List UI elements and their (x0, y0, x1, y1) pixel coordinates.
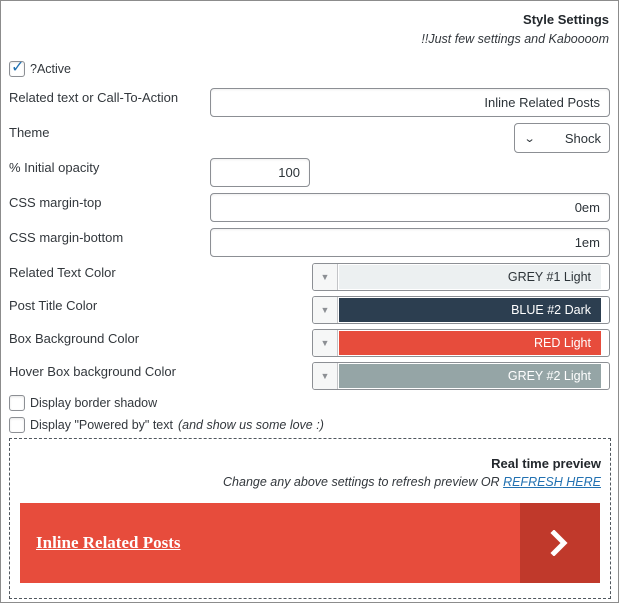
real-time-preview: Real time preview Change any above setti… (9, 438, 611, 599)
panel-subtitle: !!Just few settings and Kaboooom (421, 32, 609, 46)
active-checkbox[interactable]: ✓ (9, 59, 25, 77)
color-swatch: RED Light (339, 331, 601, 355)
powered-by-checkbox[interactable] (9, 417, 25, 433)
refresh-link[interactable]: REFRESH HERE (503, 475, 601, 489)
related-text-label: Related text or Call-To-Action (9, 90, 179, 105)
margin-bottom-value: 1em (574, 235, 600, 250)
margin-bottom-input[interactable]: 1em (210, 228, 610, 257)
related-text-color-label: Related Text Color (9, 265, 116, 280)
theme-label: Theme (9, 125, 50, 140)
preview-subtitle-text: Change any above settings to refresh pre… (223, 475, 500, 489)
chevron-down-icon: ⌄ (523, 132, 536, 145)
banner-arrow[interactable] (520, 503, 600, 583)
related-posts-banner[interactable]: Inline Related Posts (20, 503, 600, 583)
post-title-color-select[interactable]: ▼ BLUE #2 Dark (312, 296, 610, 324)
checkmark-icon: ✓ (11, 59, 25, 76)
theme-select[interactable]: ⌄ Shock (514, 123, 610, 153)
opacity-input[interactable]: 100 (210, 158, 310, 187)
margin-top-input[interactable]: 0em (210, 193, 610, 222)
box-background-color-label: Box Background Color (9, 331, 140, 346)
border-shadow-label: Display border shadow (30, 396, 158, 410)
powered-by-option: Display "Powered by" text (and show us s… (9, 417, 324, 433)
preview-title: Real time preview (491, 456, 601, 471)
margin-top-label: CSS margin-top (9, 195, 102, 210)
dropdown-handle-icon: ▼ (313, 330, 338, 356)
theme-value: Shock (564, 130, 601, 146)
opacity-value: 100 (278, 165, 300, 180)
margin-bottom-label: CSS margin-bottom (9, 230, 124, 245)
related-text-input[interactable]: Inline Related Posts (210, 88, 610, 117)
hover-box-background-color-label: Hover Box background Color (9, 364, 176, 379)
related-text-color-select[interactable]: ▼ GREY #1 Light (312, 263, 610, 291)
panel-title: Style Settings (523, 12, 609, 27)
dropdown-handle-icon: ▼ (313, 297, 338, 323)
border-shadow-option: Display border shadow (9, 395, 157, 411)
color-swatch: BLUE #2 Dark (339, 298, 601, 322)
border-shadow-checkbox[interactable] (9, 395, 25, 411)
hover-box-background-color-select[interactable]: ▼ GREY #2 Light (312, 362, 610, 390)
banner-text[interactable]: Inline Related Posts (36, 533, 181, 553)
related-text-value: Inline Related Posts (484, 95, 600, 110)
chevron-right-icon (550, 530, 568, 556)
active-label: ?Active (30, 62, 71, 76)
dropdown-handle-icon: ▼ (313, 363, 338, 389)
preview-subtitle: Change any above settings to refresh pre… (223, 475, 601, 489)
opacity-label: % Initial opacity (9, 160, 100, 175)
color-swatch: GREY #1 Light (339, 265, 601, 289)
powered-by-label: Display "Powered by" text (30, 418, 173, 432)
powered-by-note: (and show us some love :) (177, 418, 324, 432)
banner-main: Inline Related Posts (20, 503, 520, 583)
margin-top-value: 0em (574, 200, 600, 215)
style-settings-panel: Style Settings !!Just few settings and K… (0, 0, 619, 603)
post-title-color-label: Post Title Color (9, 298, 98, 313)
box-background-color-select[interactable]: ▼ RED Light (312, 329, 610, 357)
active-option: ✓ ?Active (9, 59, 71, 77)
color-swatch: GREY #2 Light (339, 364, 601, 388)
dropdown-handle-icon: ▼ (313, 264, 338, 290)
